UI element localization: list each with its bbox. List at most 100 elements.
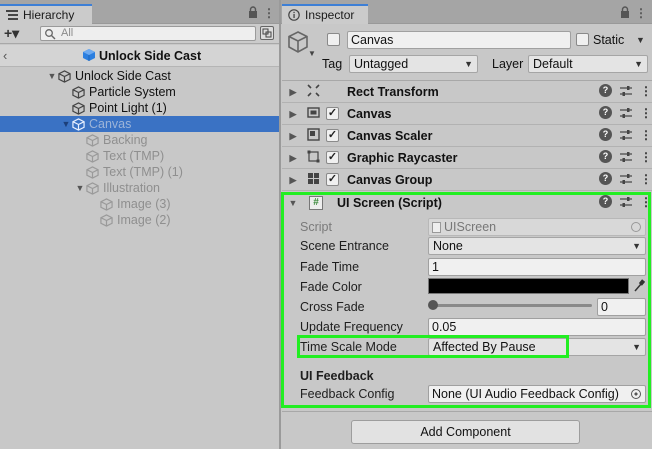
foldout-spacer [74,150,86,162]
hierarchy-item[interactable]: Image (2) [0,212,171,228]
tab-inspector-label: Inspector [305,8,355,22]
component-enabled-checkbox[interactable]: ✓ [326,151,339,164]
eyedropper-icon[interactable] [633,279,646,296]
back-chevron-icon[interactable]: ‹ [3,48,7,63]
tag-dropdown-value: Untagged [354,57,409,71]
lock-icon[interactable] [246,6,260,20]
static-label: Static [593,33,625,47]
cross-fade-slider-handle[interactable] [428,300,438,310]
scene-visibility-icon[interactable] [260,26,274,40]
foldout-arrow-icon[interactable]: ▶ [287,152,299,164]
component-menu-icon[interactable]: ⋮ [640,173,652,185]
component-menu-icon[interactable]: ⋮ [640,151,652,163]
hierarchy-item[interactable]: Text (TMP) [0,148,164,164]
layer-dropdown[interactable]: Default ▼ [528,55,648,73]
component-header-canvas-group[interactable]: ▶ ✓ Canvas Group? ⋮ [282,169,652,191]
scene-entrance-value: None [433,239,463,253]
chevron-down-icon: ▼ [632,241,641,251]
fade-time-field[interactable]: 1 [428,258,646,276]
component-tools: ? ⋮ [599,106,652,119]
static-dropdown-icon[interactable]: ▼ [636,35,645,45]
gameobject-cube-icon [72,101,85,115]
foldout-arrow-icon[interactable]: ▼ [74,182,86,194]
hierarchy-item[interactable]: Particle System [0,84,176,100]
active-checkbox[interactable] [327,33,340,46]
tab-hierarchy[interactable]: Hierarchy [0,4,92,24]
foldout-arrow-icon[interactable]: ▼ [287,197,299,209]
foldout-arrow-icon[interactable]: ▶ [287,174,299,186]
hierarchy-item-label: Text (TMP) [103,149,165,163]
cross-fade-label: Cross Fade [300,300,365,314]
component-header-rect-transform[interactable]: ▶ Rect Transform? ⋮ [282,81,652,103]
presets-icon[interactable] [620,196,632,208]
help-icon[interactable]: ? [599,150,612,163]
graphic-raycaster-icon [307,150,320,166]
hierarchy-item[interactable]: Text (TMP) (1) [0,164,183,180]
gameobject-cube-icon [86,149,99,163]
fade-color-swatch[interactable] [428,278,629,294]
presets-icon[interactable] [620,151,632,163]
object-name-field[interactable]: Canvas [347,31,571,49]
add-component-button[interactable]: Add Component [351,420,580,444]
help-icon[interactable]: ? [599,195,612,208]
feedback-config-field[interactable]: None (UI Audio Feedback Config) [428,385,646,403]
component-header-canvas[interactable]: ▶ ✓ Canvas? ⋮ [282,103,652,125]
component-enabled-checkbox[interactable]: ✓ [326,107,339,120]
foldout-spacer [74,134,86,146]
component-tools: ? ⋮ [599,128,652,141]
help-icon[interactable]: ? [599,128,612,141]
tab-inspector[interactable]: Inspector [282,4,368,24]
foldout-arrow-icon[interactable]: ▶ [287,108,299,120]
component-enabled-checkbox[interactable]: ✓ [326,173,339,186]
component-header-canvas-scaler[interactable]: ▶ ✓ Canvas Scaler? ⋮ [282,125,652,147]
tag-dropdown[interactable]: Untagged ▼ [349,55,478,73]
update-frequency-field[interactable]: 0.05 [428,318,646,336]
hierarchy-item-label: Canvas [89,117,132,131]
hierarchy-item[interactable]: ▼ Canvas [0,116,132,132]
static-checkbox[interactable] [576,33,589,46]
presets-icon[interactable] [620,85,632,97]
gameobject-cube-icon [100,213,113,227]
inspector-menu-icon[interactable]: ⋮ [634,6,648,20]
component-menu-icon[interactable]: ⋮ [640,129,652,141]
component-menu-icon[interactable]: ⋮ [640,107,652,119]
presets-icon[interactable] [620,107,632,119]
feedback-config-value: None (UI Audio Feedback Config) [432,387,619,401]
panel-menu-icon[interactable]: ⋮ [262,6,276,20]
help-icon[interactable]: ? [599,84,612,97]
scene-entrance-dropdown[interactable]: None ▼ [428,237,646,255]
component-header-ui-screen[interactable]: ▼ # UI Screen (Script) ? ⋮ [282,192,652,214]
add-object-button[interactable]: +▾ [4,25,19,42]
presets-icon[interactable] [620,173,632,185]
icon-dropdown-chevron[interactable]: ▼ [308,49,316,58]
help-icon[interactable]: ? [599,106,612,119]
help-icon[interactable]: ? [599,172,612,185]
component-enabled-checkbox[interactable]: ✓ [326,129,339,142]
hierarchy-item[interactable]: Point Light (1) [0,100,167,116]
foldout-arrow-icon[interactable]: ▼ [46,70,58,82]
ui-screen-title: UI Screen (Script) [337,196,442,210]
foldout-arrow-icon[interactable]: ▶ [287,130,299,142]
tag-label: Tag [322,57,343,71]
foldout-arrow-icon[interactable]: ▶ [287,86,299,98]
script-hash-icon: # [309,196,323,210]
script-field: UIScreen [428,218,646,236]
gameobject-icon [286,30,310,54]
component-menu-icon[interactable]: ⋮ [640,196,652,208]
presets-icon[interactable] [620,129,632,141]
cross-fade-slider-track[interactable] [432,304,592,307]
hierarchy-item[interactable]: ▼ Illustration [0,180,160,196]
search-input[interactable]: All [40,26,256,41]
feedback-config-label: Feedback Config [300,387,395,401]
component-menu-icon[interactable]: ⋮ [640,85,652,97]
cross-fade-field[interactable]: 0 [597,298,646,316]
component-header-graphic-raycaster[interactable]: ▶ ✓ Graphic Raycaster? ⋮ [282,147,652,169]
object-picker-icon[interactable] [631,389,641,399]
canvas-icon [307,106,320,122]
inspector-lock-icon[interactable] [618,6,632,20]
foldout-arrow-icon[interactable]: ▼ [60,118,72,130]
hierarchy-item[interactable]: Image (3) [0,196,171,212]
hierarchy-item[interactable]: Backing [0,132,147,148]
component-title: Graphic Raycaster [347,150,458,165]
hierarchy-item[interactable]: ▼ Unlock Side Cast [0,68,171,84]
